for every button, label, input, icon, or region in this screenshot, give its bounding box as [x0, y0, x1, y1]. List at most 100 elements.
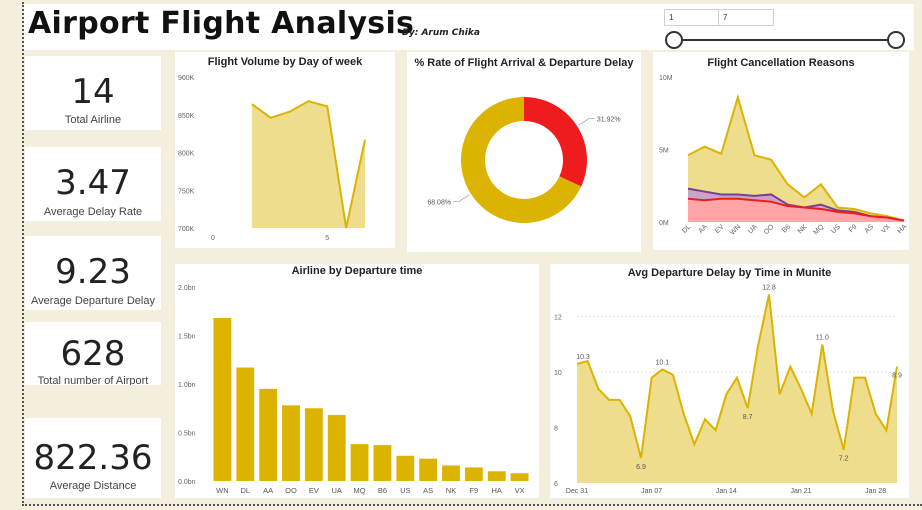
data-label: 68.08%: [427, 199, 451, 206]
x-tick-label: AS: [864, 223, 876, 235]
x-tick-label: NK: [797, 223, 809, 235]
kpi-card-total-airline: 14 Total Airline: [25, 56, 161, 130]
y-tick-label: 8: [554, 426, 558, 433]
x-tick-label: AS: [423, 486, 433, 495]
cancellation-chart: 10M 5M 0M DL AA EV WN UA OO B6 NK MQ US F9 AS VX HA: [659, 75, 909, 237]
kpi-value: 822.36: [33, 438, 153, 478]
x-tick-label: DL: [240, 486, 250, 495]
y-tick-label: 10: [554, 370, 562, 377]
x-tick-label: F9: [848, 223, 859, 234]
y-tick-label: 1.5bn: [178, 334, 196, 341]
x-tick-label: MQ: [354, 486, 366, 495]
bar: [487, 471, 506, 481]
kpi-label: Average Departure Delay: [31, 295, 155, 307]
x-tick-label: Jan 07: [641, 488, 662, 495]
cancellation-chart-panel: Flight Cancellation Reasons 10M 5M 0M DL AA E…: [653, 52, 909, 250]
bar: [236, 367, 255, 481]
x-tick-label: 0: [211, 235, 215, 242]
x-tick-label: Jan 14: [716, 488, 737, 495]
kpi-label: Average Distance: [49, 480, 137, 492]
y-tick-label: 800K: [178, 151, 195, 158]
y-tick-label: 6: [554, 481, 558, 488]
x-tick-label: VX: [880, 223, 892, 235]
donut-chart-panel: % Rate of Flight Arrival & Departure Del…: [407, 52, 641, 252]
x-tick-label: MQ: [812, 223, 825, 236]
x-tick-label: US: [400, 486, 410, 495]
kpi-value: 14: [71, 72, 115, 112]
bar: [350, 444, 369, 481]
author-byline: By: Arum Chika: [402, 28, 480, 38]
y-tick-label: 5M: [659, 148, 669, 155]
area-fill: [577, 294, 897, 483]
kpi-value: 628: [60, 334, 126, 374]
bar: [327, 415, 346, 481]
x-tick-label: HA: [492, 486, 502, 495]
x-tick-label: B6: [781, 223, 792, 234]
y-tick-label: 12: [554, 315, 562, 322]
bar: [396, 455, 415, 481]
x-tick-label: NK: [446, 486, 456, 495]
slicer-max-input[interactable]: 7: [718, 9, 774, 26]
bar: [304, 408, 323, 481]
kpi-card-total-airport: 628 Total number of Airport: [25, 322, 161, 385]
x-tick-label: WN: [729, 223, 742, 236]
x-tick-label: B6: [378, 486, 387, 495]
area-fill: [251, 101, 365, 228]
volume-chart: 900K 850K 800K 750K 700K 0 5: [178, 75, 366, 242]
x-tick-label: UA: [747, 223, 759, 235]
kpi-card-average-delay-rate: 3.47 Average Delay Rate: [25, 147, 161, 221]
x-tick-label: DL: [681, 223, 692, 234]
kpi-label: Total Airline: [64, 114, 122, 126]
bar: [213, 318, 232, 481]
y-tick-label: 900K: [178, 75, 195, 82]
y-tick-label: 2.0bn: [178, 285, 196, 292]
kpi-value: 3.47: [55, 163, 131, 203]
volume-chart-panel: Flight Volume by Day of week 900K 850K 800…: [175, 52, 395, 248]
x-tick-label: US: [830, 223, 842, 235]
slider-max-handle[interactable]: [887, 31, 905, 49]
data-label: 10.1: [656, 359, 670, 366]
y-tick-label: 0M: [659, 220, 669, 227]
delay-chart-panel: Avg Departure Delay by Time in Munite 12…: [550, 264, 909, 498]
kpi-value: 9.23: [55, 252, 131, 292]
y-tick-label: 0.0bn: [178, 479, 196, 486]
y-tick-label: 1.0bn: [178, 382, 196, 389]
bar: [442, 465, 460, 481]
data-label: 31.92%: [597, 117, 621, 124]
kpi-label: Total number of Airport: [37, 375, 149, 385]
x-tick-label: 5: [325, 235, 329, 242]
data-label: 8.9: [892, 373, 902, 380]
x-tick-label: VX: [515, 486, 525, 495]
range-slider[interactable]: [660, 28, 912, 52]
bar: [510, 473, 529, 481]
x-tick-label: EV: [309, 486, 319, 495]
y-tick-label: 0.5bn: [178, 431, 196, 438]
bar: [282, 405, 300, 481]
x-tick-label: AA: [697, 223, 709, 235]
slider-min-handle[interactable]: [665, 31, 683, 49]
data-label: 6.9: [636, 464, 646, 471]
slicer-min-input[interactable]: 1: [664, 9, 720, 26]
bar: [464, 467, 483, 481]
data-label: 12.8: [762, 285, 776, 292]
airline-chart: 2.0bn 1.5bn 1.0bn 0.5bn 0.0bn WN DL AA OO EV UA MQ B…: [178, 285, 529, 495]
data-label: 8.7: [743, 414, 753, 421]
bar: [259, 388, 278, 481]
x-tick-label: OO: [763, 223, 776, 236]
x-tick-label: AA: [263, 486, 273, 495]
x-tick-label: Jan 28: [865, 488, 886, 495]
kpi-card-average-departure-delay: 9.23 Average Departure Delay: [25, 236, 161, 310]
y-tick-label: 750K: [178, 188, 195, 195]
leader-line: [578, 118, 595, 126]
donut-chart: 31.92% 68.08%: [427, 97, 621, 223]
data-label: 7.2: [839, 456, 849, 463]
x-tick-label: EV: [714, 223, 726, 235]
kpi-card-average-distance: 822.36 Average Distance: [25, 418, 161, 498]
page-title: Airport Flight Analysis: [28, 6, 415, 41]
data-label: 11.0: [816, 334, 829, 341]
kpi-label: Average Delay Rate: [43, 206, 143, 218]
x-tick-label: HA: [897, 223, 909, 235]
x-tick-label: Jan 21: [790, 488, 811, 495]
airline-chart-panel: Airline by Departure time 2.0bn 1.5bn 1.0b…: [175, 264, 539, 498]
donut-slice: [524, 97, 587, 187]
